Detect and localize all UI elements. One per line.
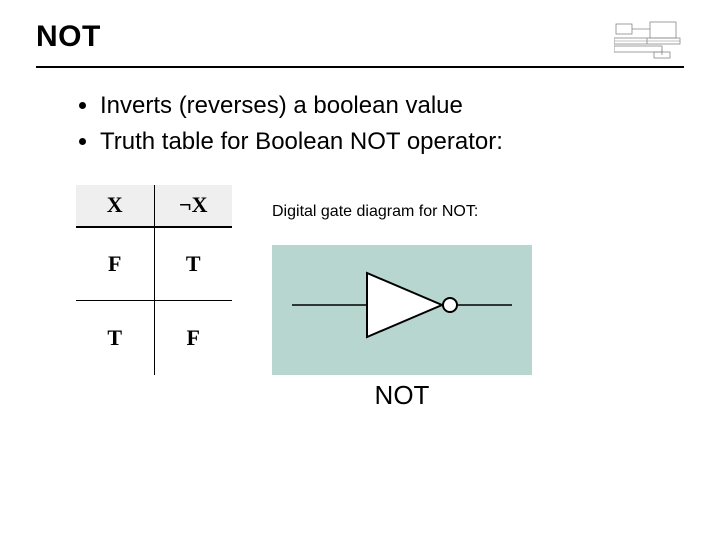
page-title: NOT xyxy=(36,20,101,54)
table-header-cell: X xyxy=(76,185,154,227)
table-cell: F xyxy=(154,301,232,375)
not-gate-icon xyxy=(272,245,532,375)
slide: NOT Inverts (reverses) a boolean value T… xyxy=(0,0,720,540)
table-header-cell: ¬X xyxy=(154,185,232,227)
truth-table: X ¬X F T T F xyxy=(76,185,232,375)
bullet-item: Inverts (reverses) a boolean value xyxy=(100,90,684,122)
table-cell: F xyxy=(76,227,154,301)
computer-diagram-icon xyxy=(614,20,684,60)
diagram-caption: Digital gate diagram for NOT: xyxy=(272,203,684,221)
not-gate-diagram: NOT xyxy=(272,245,532,375)
gate-label: NOT xyxy=(375,380,430,411)
table-header-row: X ¬X xyxy=(76,185,232,227)
content-row: X ¬X F T T F Digital gate diagram for NO… xyxy=(36,185,684,375)
bullet-list: Inverts (reverses) a boolean value Truth… xyxy=(36,90,684,159)
title-row: NOT xyxy=(36,20,684,68)
table-cell: T xyxy=(154,227,232,301)
table-cell: T xyxy=(76,301,154,375)
diagram-column: Digital gate diagram for NOT: NOT xyxy=(272,185,684,375)
table-row: T F xyxy=(76,301,232,375)
bullet-item: Truth table for Boolean NOT operator: xyxy=(100,126,684,158)
table-row: F T xyxy=(76,227,232,301)
